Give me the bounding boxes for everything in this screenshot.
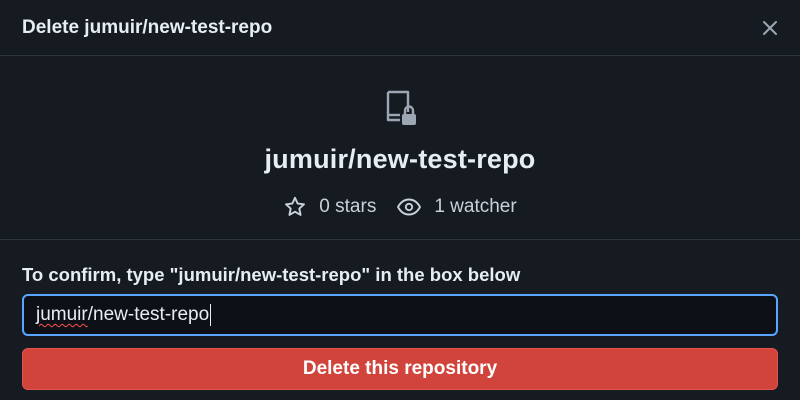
stars-count: 0 stars	[319, 196, 377, 217]
star-icon	[285, 196, 306, 216]
eye-icon	[397, 198, 422, 216]
spellcheck-underlined-text: jumuir	[36, 304, 88, 325]
text-caret	[210, 303, 212, 326]
watchers-count: 1 watcher	[434, 196, 517, 217]
close-icon	[763, 20, 777, 35]
dialog-header: Delete jumuir/new-test-repo	[0, 0, 800, 56]
repo-locked-icon	[380, 88, 420, 128]
input-text-rest: /new-test-repo	[87, 304, 210, 325]
confirm-label: To confirm, type "jumuir/new-test-repo" …	[22, 264, 521, 285]
delete-repo-dialog: Delete jumuir/new-test-repo jumuir/new-t…	[0, 0, 800, 400]
watchers-stat: 1 watcher	[396, 195, 517, 219]
repo-stats: 0 stars 1 watcher	[283, 195, 517, 219]
confirm-section: To confirm, type "jumuir/new-test-repo" …	[0, 240, 800, 390]
confirm-input-value: jumuir/new-test-repo	[36, 303, 212, 326]
confirm-input[interactable]: jumuir/new-test-repo	[22, 294, 778, 336]
close-button[interactable]	[756, 14, 784, 42]
repo-name: jumuir/new-test-repo	[264, 144, 536, 174]
delete-repository-button[interactable]: Delete this repository	[22, 348, 778, 390]
stars-stat: 0 stars	[283, 195, 376, 219]
dialog-title: Delete jumuir/new-test-repo	[22, 16, 273, 38]
repo-summary: jumuir/new-test-repo 0 stars 1 watcher	[0, 56, 800, 240]
